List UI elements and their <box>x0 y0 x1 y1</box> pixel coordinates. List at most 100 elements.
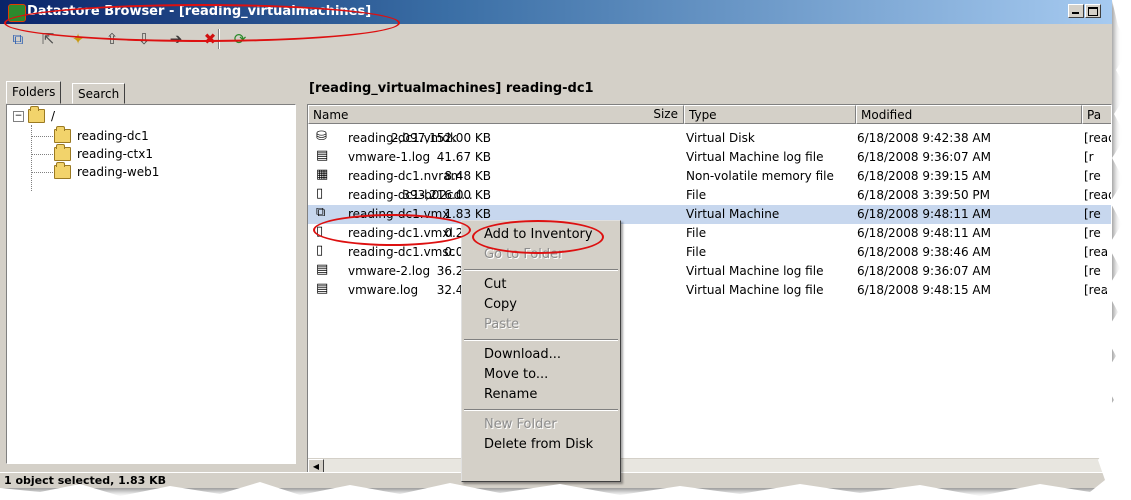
file-size: 8.48 KB <box>444 169 491 183</box>
toolbar: ⧉ ⇱ ✦ ⇧ ⇩ ➔ ✖ ⟳ <box>0 27 1112 71</box>
column-header-row: Name Size Type Modified Pa <box>308 105 1111 124</box>
download-icon[interactable]: ⇩ <box>130 27 158 51</box>
column-size[interactable]: Size <box>308 105 684 124</box>
file-path: [read <box>1084 283 1111 297</box>
file-type: Virtual Machine log file <box>686 150 824 164</box>
menu-item-move-to[interactable]: Move to... <box>462 365 620 385</box>
file-type: File <box>686 245 707 259</box>
file-row[interactable]: ▯reading-dc1.vmsc0.00 KBFile6/18/2008 9:… <box>308 243 1111 262</box>
maximize-button[interactable] <box>1085 4 1101 18</box>
file-name: vmware.log <box>348 283 419 297</box>
menu-separator <box>464 339 618 341</box>
column-modified[interactable]: Modified <box>856 105 1082 124</box>
column-type[interactable]: Type <box>684 105 856 124</box>
file-icon: ▯ <box>316 224 324 239</box>
menu-item-cut[interactable]: Cut <box>462 275 620 295</box>
tree-line <box>31 154 53 155</box>
column-path[interactable]: Pa <box>1082 105 1111 124</box>
tree-item-reading-web1[interactable]: reading-web1 <box>54 162 160 181</box>
tree-line <box>31 136 53 137</box>
folder-tree: − / reading-dc1 reading-ctx1 reading-web… <box>6 104 296 464</box>
menu-item-delete-from-disk[interactable]: Delete from Disk <box>462 435 620 455</box>
menu-item-new-folder: New Folder <box>484 417 557 432</box>
menu-item-add-to-inventory[interactable]: Add to Inventory <box>462 225 620 245</box>
file-row[interactable]: ▤ vmware-1.log 41.67 KB Virtual Machine log… <box>308 148 1111 167</box>
file-path: [read <box>1084 131 1111 145</box>
file-type: File <box>686 188 707 202</box>
file-path: [re <box>1084 264 1101 278</box>
tree-item-label: reading-ctx1 <box>77 147 153 161</box>
log-file-icon: ▤ <box>316 281 329 296</box>
file-row[interactable]: ▤vmware-2.log36.25 KBVirtual Machine log… <box>308 262 1111 281</box>
tree-line <box>31 125 32 191</box>
file-type: Virtual Machine log file <box>686 283 824 297</box>
file-path: [re <box>1084 226 1101 240</box>
tree-item-label: reading-web1 <box>77 165 160 179</box>
file-name: reading-dc1.vmsc <box>348 245 456 259</box>
tree-item-reading-dc1[interactable]: reading-dc1 <box>54 126 149 145</box>
collapse-icon[interactable]: − <box>13 110 24 122</box>
file-type: Virtual Disk <box>686 131 755 145</box>
title-bar[interactable]: Datastore Browser - [reading_virtualmach… <box>0 0 1112 24</box>
nvram-icon: ▦ <box>316 167 329 182</box>
folder-icon <box>54 144 71 161</box>
tree-item-reading-ctx1[interactable]: reading-ctx1 <box>54 144 153 163</box>
menu-item-download[interactable]: Download... <box>462 345 620 365</box>
parent-folder-icon[interactable]: ⇱ <box>34 27 62 51</box>
new-folder-icon[interactable]: ✦ <box>64 27 92 51</box>
file-path: [re <box>1084 207 1101 221</box>
file-row[interactable]: ⧉ reading-dc1.vmx 1.83 KB Virtual Machine 6/… <box>308 205 1111 224</box>
file-type: Virtual Machine <box>686 207 780 221</box>
file-row[interactable]: ▤vmware.log32.45 KBVirtual Machine log f… <box>308 281 1111 300</box>
menu-separator <box>464 409 618 411</box>
tree-root-label: / <box>51 109 56 123</box>
file-size: 41.67 KB <box>436 150 491 164</box>
file-row[interactable]: ⛁ reading-dc1.vmdk 2,097,152.00 KB Virtual … <box>308 129 1111 148</box>
file-name: reading-dc1.vmxl <box>348 226 453 240</box>
browse-datastore-icon[interactable]: ⧉ <box>4 27 32 51</box>
file-modified: 6/18/2008 9:48:15 AM <box>857 283 991 297</box>
log-file-icon: ▤ <box>316 148 329 163</box>
folder-icon <box>54 162 71 179</box>
file-modified: 6/18/2008 9:42:38 AM <box>857 131 991 145</box>
upload-icon[interactable]: ⇧ <box>98 27 126 51</box>
file-modified: 6/18/2008 9:48:11 AM <box>857 226 991 240</box>
tree-root[interactable]: − / <box>13 106 56 125</box>
file-row[interactable]: ▯ reading-dc1-b02cd... 393,216.00 KB File 6/… <box>308 186 1111 205</box>
file-type: Virtual Machine log file <box>686 264 824 278</box>
context-menu: Add to Inventory Go to Folder Cut Copy Paste… <box>461 220 621 482</box>
file-type: File <box>686 226 707 240</box>
refresh-icon[interactable]: ⟳ <box>226 27 254 51</box>
file-type: Non-volatile memory file <box>686 169 834 183</box>
tab-folders[interactable]: Folders <box>6 81 62 104</box>
file-modified: 6/18/2008 3:39:50 PM <box>857 188 991 202</box>
file-list: Name Size Type Modified Pa ⛁ reading-dc1.… <box>307 104 1112 476</box>
menu-item-copy[interactable]: Copy <box>462 295 620 315</box>
file-modified: 6/18/2008 9:36:07 AM <box>857 264 991 278</box>
log-file-icon: ▤ <box>316 262 329 277</box>
menu-item-paste: Paste <box>484 317 520 332</box>
file-size: 393,216.00 KB <box>402 188 491 202</box>
file-name: vmware-2.log <box>348 264 431 278</box>
file-row[interactable]: ▯reading-dc1.vmxl0.26 KBFile6/18/2008 9:… <box>308 224 1111 243</box>
file-icon: ▯ <box>316 243 324 258</box>
toolbar-separator <box>218 29 220 49</box>
move-to-icon[interactable]: ➔ <box>162 27 190 51</box>
file-modified: 6/18/2008 9:36:07 AM <box>857 150 991 164</box>
tree-item-label: reading-dc1 <box>77 129 149 143</box>
file-path: [re <box>1084 169 1101 183</box>
file-size: 1.83 KB <box>444 207 491 221</box>
file-path: [read <box>1084 188 1111 202</box>
menu-item-rename[interactable]: Rename <box>462 385 620 405</box>
file-name: reading-dc1.vmx <box>348 207 450 221</box>
menu-separator <box>464 269 618 271</box>
file-modified: 6/18/2008 9:39:15 AM <box>857 169 991 183</box>
virtual-machine-icon: ⧉ <box>316 205 326 220</box>
minimize-button[interactable] <box>1068 4 1084 18</box>
tab-search[interactable]: Search <box>72 83 126 104</box>
file-name: vmware-1.log <box>348 150 431 164</box>
open-folder-icon <box>54 126 71 143</box>
file-modified: 6/18/2008 9:48:11 AM <box>857 207 991 221</box>
file-row[interactable]: ▦ reading-dc1.nvram 8.48 KB Non-volatile me… <box>308 167 1111 186</box>
file-modified: 6/18/2008 9:38:46 AM <box>857 245 991 259</box>
